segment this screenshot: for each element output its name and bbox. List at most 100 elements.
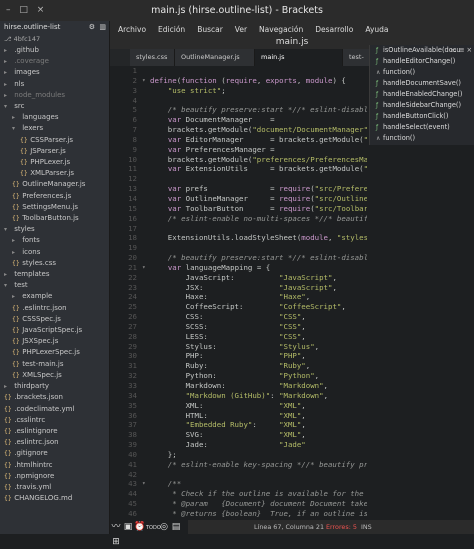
tree-file[interactable]: {} .csslintrc	[0, 415, 109, 426]
outline-item[interactable]: ƒ handleDocumentSave()	[373, 78, 474, 89]
code-line[interactable]: var OutlineManager = require("src/Outlin…	[150, 194, 367, 204]
code-line[interactable]: /* beautify preserve:start *//* eslint-d…	[150, 253, 367, 263]
git-branch[interactable]: ⎇ 4bfc147	[0, 33, 109, 45]
tree-folder[interactable]: ▸ example	[0, 291, 109, 302]
target-icon[interactable]: ◎	[158, 520, 170, 534]
tree-folder[interactable]: ▾ src	[0, 101, 109, 112]
code-line[interactable]: Jade: "Jade"	[150, 440, 367, 450]
tree-folder[interactable]: ▸ .github	[0, 45, 109, 56]
code-lines[interactable]: define(function (require, exports, modul…	[150, 66, 367, 519]
tree-folder[interactable]: ▸ languages	[0, 112, 109, 123]
tree-file[interactable]: {} PHPLexer.js	[0, 157, 109, 168]
code-line[interactable]: Haxe: "Haxe",	[150, 292, 367, 302]
tree-file[interactable]: {} .htmlhintrc	[0, 460, 109, 471]
clock-icon[interactable]: ⏰	[134, 520, 146, 534]
outline-item[interactable]: ƒ handleButtonClick()	[373, 111, 474, 122]
tree-file[interactable]: {} JSParser.js	[0, 146, 109, 157]
code-line[interactable]: * @returns {boolean} True, if an outline…	[150, 509, 367, 519]
tree-file[interactable]: {} test-main.js	[0, 359, 109, 370]
tree-folder[interactable]: ▸ thirdparty	[0, 381, 109, 392]
code-line[interactable]: var languageMapping = {	[150, 263, 367, 273]
code-line[interactable]: /**	[150, 479, 367, 489]
fold-toggle-icon[interactable]: ▾	[142, 263, 150, 273]
tree-folder[interactable]: ▾ styles	[0, 224, 109, 235]
tab-outline-manager[interactable]: OutlineManager.js	[175, 49, 255, 66]
tree-file[interactable]: {} XMLSpec.js	[0, 370, 109, 381]
lint-errors[interactable]: Errores: 5	[326, 520, 357, 534]
todo-icon[interactable]: TODO	[146, 521, 161, 535]
tree-folder[interactable]: ▾ test	[0, 280, 109, 291]
code-line[interactable]: LESS: "CSS",	[150, 332, 367, 342]
tree-file[interactable]: {} .brackets.json	[0, 392, 109, 403]
code-line[interactable]: /* eslint-enable key-spacing *//* beauti…	[150, 460, 367, 470]
menu-item-buscar[interactable]: Buscar	[197, 25, 223, 34]
menu-item-ver[interactable]: Ver	[235, 25, 247, 34]
tree-folder[interactable]: ▸ .coverage	[0, 56, 109, 67]
code-line[interactable]: Ruby: "Ruby",	[150, 361, 367, 371]
code-line[interactable]: CoffeeScript: "CoffeeScript",	[150, 302, 367, 312]
outline-icon[interactable]: ▣	[122, 520, 134, 534]
tree-file[interactable]: {} Preferences.js	[0, 191, 109, 202]
tree-file[interactable]: {} .eslintignore	[0, 426, 109, 437]
tree-file[interactable]: {} .eslintrc.json	[0, 303, 109, 314]
code-line[interactable]: * @param {Document} document Document ta…	[150, 499, 367, 509]
code-line[interactable]	[150, 66, 367, 76]
tree-folder[interactable]: ▸ templates	[0, 269, 109, 280]
tree-folder[interactable]: ▸ fonts	[0, 235, 109, 246]
tab-styles-css[interactable]: styles.css	[130, 49, 175, 66]
code-line[interactable]: JavaScript: "JavaScript",	[150, 273, 367, 283]
outline-item[interactable]: ƒ handleEnabledChange()	[373, 89, 474, 100]
code-line[interactable]	[150, 96, 367, 106]
code-line[interactable]: CSS: "CSS",	[150, 312, 367, 322]
menu-item-navegación[interactable]: Navegación	[259, 25, 303, 34]
panel-icon[interactable]: ▤	[170, 520, 182, 534]
tree-folder[interactable]: ▾ lexers	[0, 123, 109, 134]
tree-folder[interactable]: ▸ node_modules	[0, 90, 109, 101]
cursor-position[interactable]: Línea 67, Columna 21	[254, 520, 324, 534]
tree-file[interactable]: {} .codeclimate.yml	[0, 404, 109, 415]
extensions-icon[interactable]: ⊞	[110, 535, 122, 549]
tree-file[interactable]: {} CSSParser.js	[0, 135, 109, 146]
outline-item[interactable]: ƒ handleSelect(event)	[373, 122, 474, 133]
tree-folder[interactable]: ▸ images	[0, 67, 109, 78]
code-line[interactable]: var DocumentManager =	[150, 115, 367, 125]
code-line[interactable]	[150, 224, 367, 234]
tree-file[interactable]: {} .npmignore	[0, 471, 109, 482]
tree-file[interactable]: {} .eslintrc.json	[0, 437, 109, 448]
code-line[interactable]: HTML: "XML",	[150, 411, 367, 421]
code-editor[interactable]: 1 2 3 4 5 6 7 8 9 10 11 12 13 14 15 16 17 18 19 20 21 22 23 24 2…	[110, 66, 367, 520]
code-line[interactable]: var prefs = require("src/Preferences");	[150, 184, 367, 194]
code-line[interactable]: Stylus: "Stylus",	[150, 342, 367, 352]
tree-folder[interactable]: ▸ icons	[0, 247, 109, 258]
project-name[interactable]: hirse.outline-list	[4, 23, 60, 31]
tree-file[interactable]: {} CHANGELOG.md	[0, 493, 109, 504]
outline-item[interactable]: ∧ function()	[373, 133, 474, 144]
code-line[interactable]: "Markdown (GitHub)": "Markdown",	[150, 391, 367, 401]
code-line[interactable]: "use strict";	[150, 86, 367, 96]
code-line[interactable]: Python: "Python",	[150, 371, 367, 381]
code-line[interactable]: var ToolbarButton = require("src/Toolbar…	[150, 204, 367, 214]
code-line[interactable]	[150, 470, 367, 480]
code-line[interactable]: Markdown: "Markdown",	[150, 381, 367, 391]
gear-icon[interactable]: ⚙	[89, 21, 95, 33]
tree-file[interactable]: {} CSSSpec.js	[0, 314, 109, 325]
code-line[interactable]: "Embedded Ruby": "XML",	[150, 420, 367, 430]
code-line[interactable]: * Check if the outline is available for …	[150, 489, 367, 499]
fold-toggle-icon[interactable]: ▾	[142, 479, 150, 489]
menu-item-edición[interactable]: Edición	[158, 25, 185, 34]
code-line[interactable]: brackets.getModule("preferences/Preferen…	[150, 155, 367, 165]
tree-file[interactable]: {} PHPLexerSpec.js	[0, 347, 109, 358]
fold-toggle-icon[interactable]: ▾	[142, 76, 150, 86]
project-header[interactable]: hirse.outline-list ⚙ ▥	[0, 21, 109, 33]
tree-file[interactable]: {} SettingsMenu.js	[0, 202, 109, 213]
tab-main-js[interactable]: main.js	[255, 49, 343, 66]
code-line[interactable]: var EditorManager = brackets.getModule("…	[150, 135, 367, 145]
code-line[interactable]: /* beautify preserve:start *//* eslint-d…	[150, 105, 367, 115]
insert-mode[interactable]: INS	[361, 520, 372, 534]
code-line[interactable]: /* eslint-enable no-multi-spaces *//* be…	[150, 214, 367, 224]
tree-folder[interactable]: ▸ nls	[0, 79, 109, 90]
outline-item[interactable]: ∧ function()	[373, 67, 474, 78]
tree-file[interactable]: {} .travis.yml	[0, 482, 109, 493]
tree-file[interactable]: {} OutlineManager.js	[0, 179, 109, 190]
tree-file[interactable]: {} styles.css	[0, 258, 109, 269]
